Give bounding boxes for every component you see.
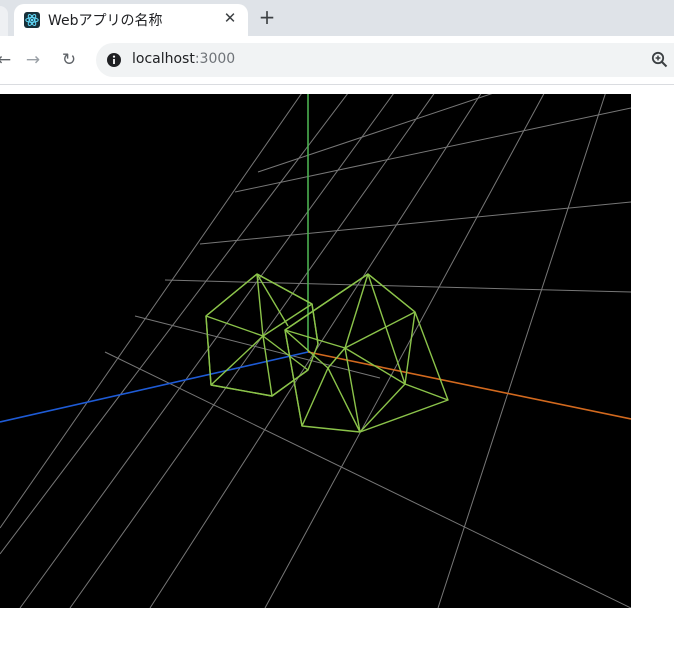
tab-close-icon[interactable]: ✕ — [220, 8, 240, 28]
forward-button[interactable]: → — [21, 48, 45, 72]
tab-strip: Webアプリの名称 ✕ + — [0, 0, 674, 36]
webgl-canvas[interactable] — [0, 94, 631, 608]
url-text[interactable]: localhost:3000 — [132, 51, 235, 67]
url-host: localhost — [132, 51, 195, 67]
reload-button[interactable]: ↻ — [57, 48, 81, 72]
tab-active[interactable]: Webアプリの名称 ✕ — [14, 4, 248, 36]
new-tab-button[interactable]: + — [256, 6, 278, 28]
previous-tab-edge[interactable] — [0, 6, 8, 36]
info-circle-icon[interactable] — [106, 52, 122, 68]
address-bar[interactable]: localhost:3000 — [96, 43, 674, 77]
zoom-magnifier-icon[interactable] — [650, 50, 670, 70]
react-atom-icon — [24, 12, 40, 28]
page-body-below-canvas — [0, 608, 674, 668]
browser-toolbar: ← → ↻ localhost:3000 — [0, 36, 674, 85]
scene-render — [0, 94, 631, 608]
back-button[interactable]: ← — [0, 48, 16, 72]
tab-title: Webアプリの名称 — [48, 13, 163, 29]
axes-helper — [0, 94, 631, 423]
url-port: :3000 — [194, 51, 236, 67]
